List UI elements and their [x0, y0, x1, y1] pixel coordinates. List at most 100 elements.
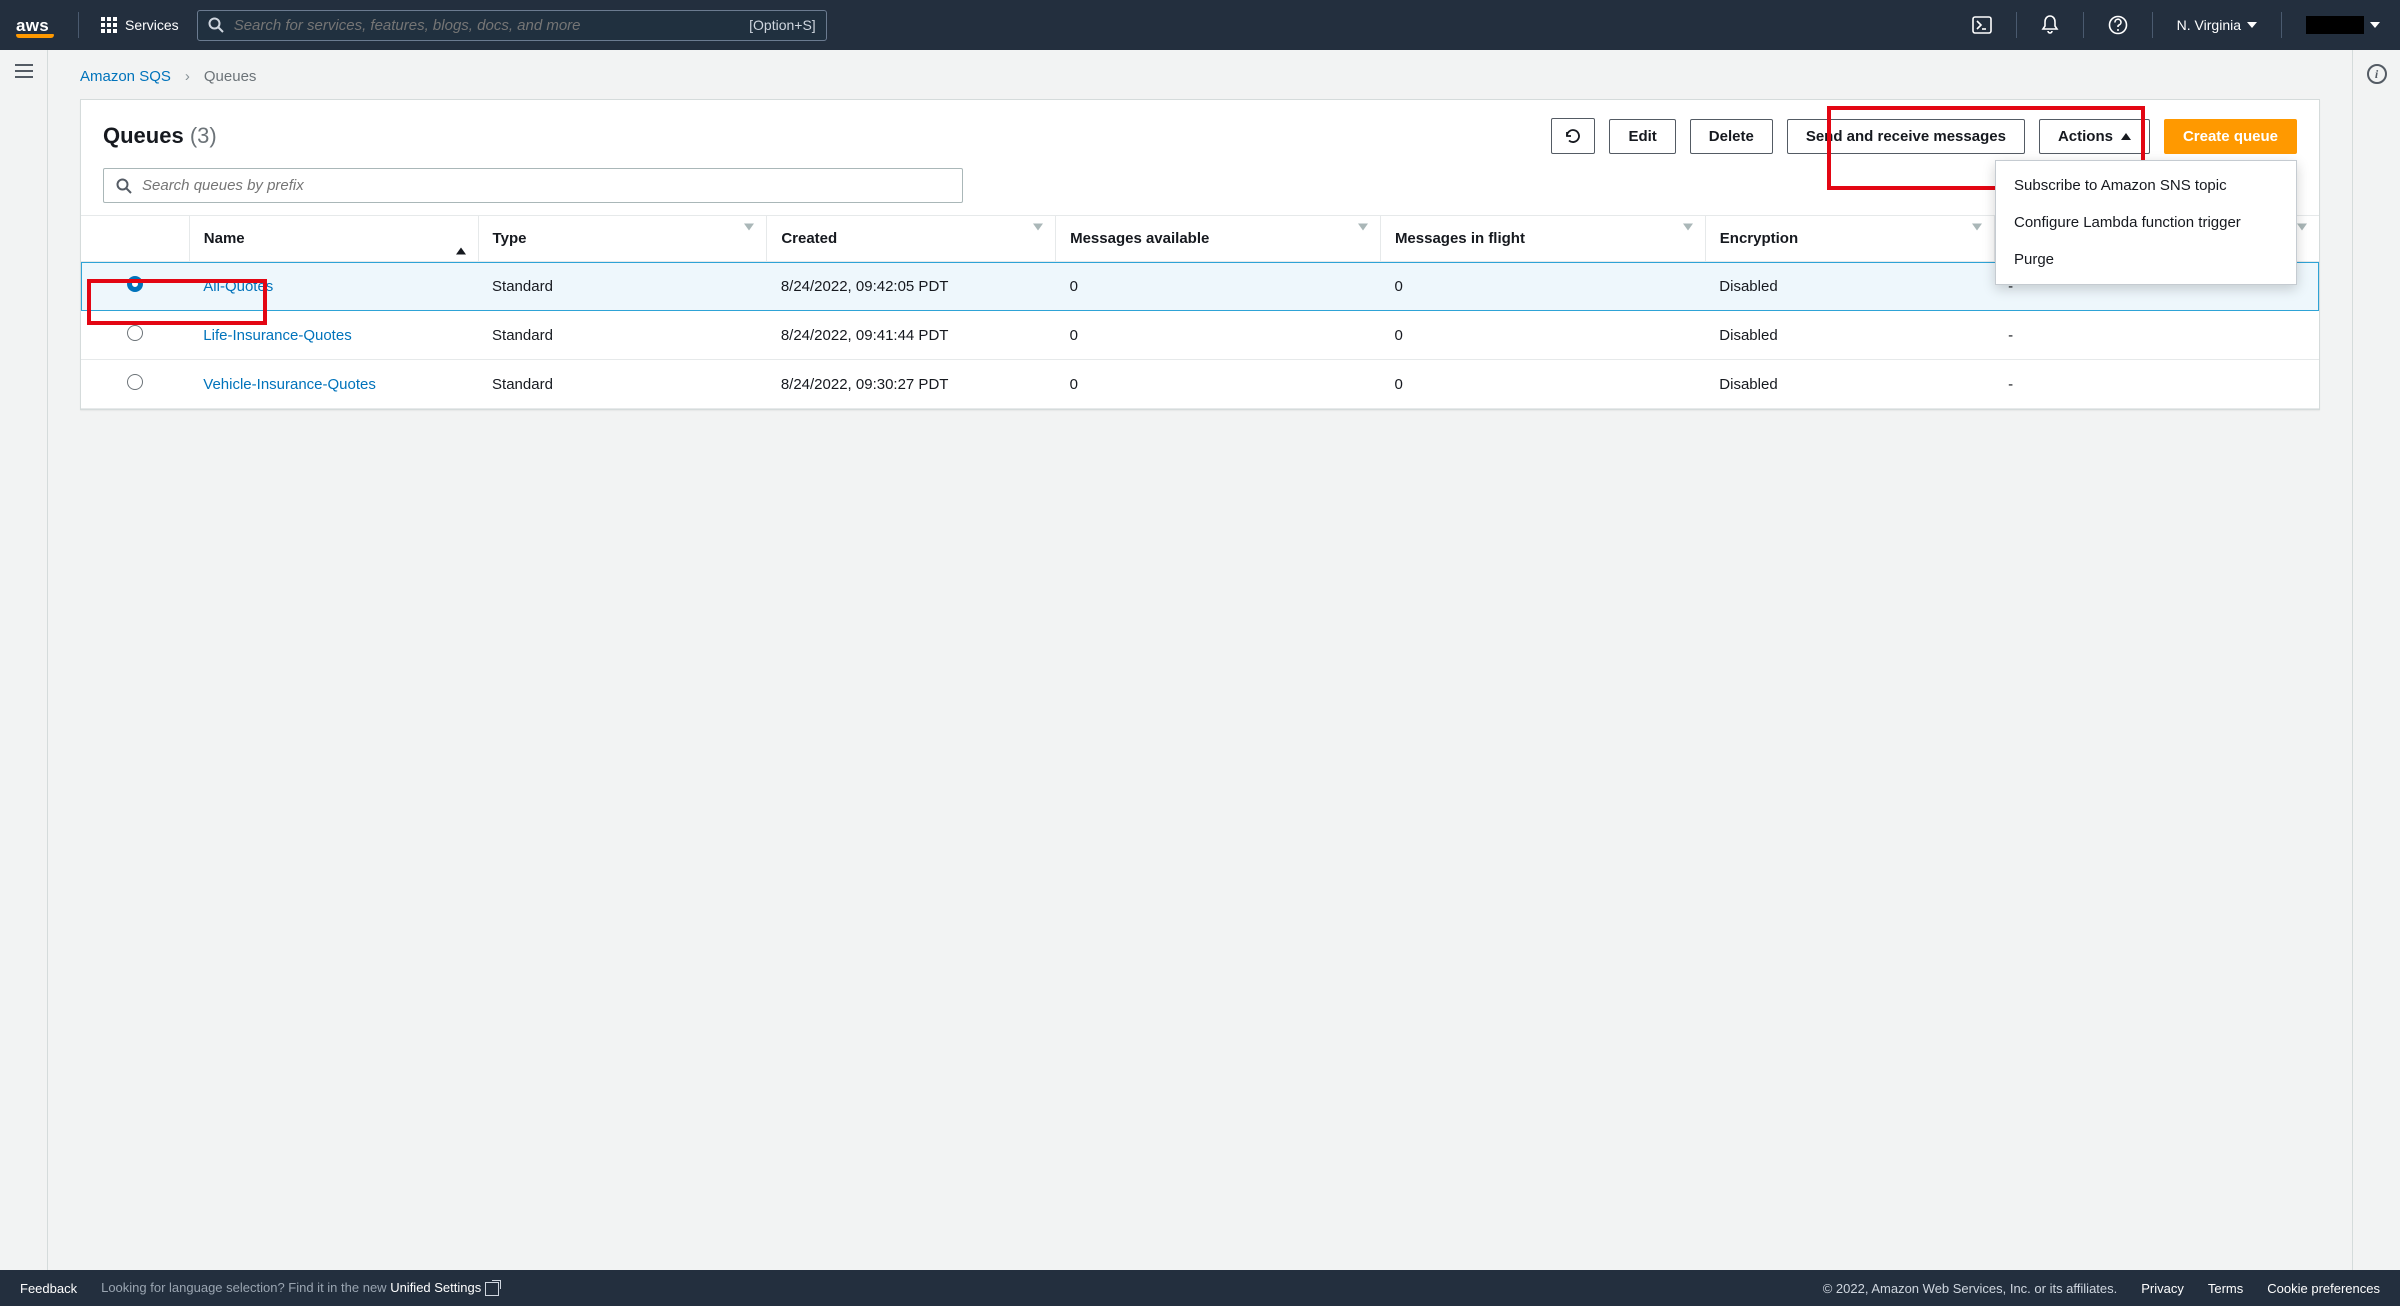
- queues-table: Name Type Created Messages available Mes…: [81, 215, 2319, 409]
- cell-created: 8/24/2022, 09:30:27 PDT: [767, 360, 1056, 409]
- cloudshell-icon[interactable]: [1962, 10, 2002, 40]
- nav-divider: [2152, 12, 2153, 38]
- breadcrumb-root[interactable]: Amazon SQS: [80, 68, 171, 85]
- aws-logo[interactable]: aws: [10, 12, 64, 38]
- col-created[interactable]: Created: [767, 216, 1056, 262]
- right-rail: i: [2352, 50, 2400, 1270]
- actions-item-lambda-trigger[interactable]: Configure Lambda function trigger: [1996, 204, 2296, 241]
- table-header-row: Name Type Created Messages available Mes…: [81, 216, 2319, 262]
- sort-icon: [1033, 223, 1043, 247]
- chevron-right-icon: ›: [185, 68, 190, 85]
- row-select-radio[interactable]: [127, 325, 143, 341]
- account-menu[interactable]: [2296, 16, 2390, 34]
- actions-button[interactable]: Actions: [2039, 119, 2150, 154]
- external-link-icon: [485, 1282, 499, 1296]
- caret-up-icon: [2121, 133, 2131, 140]
- app-shell: Amazon SQS › Queues Queues (3) Edit Dele…: [0, 50, 2400, 1270]
- col-avail-label: Messages available: [1070, 230, 1209, 247]
- cell-created: 8/24/2022, 09:41:44 PDT: [767, 311, 1056, 360]
- col-messages-inflight[interactable]: Messages in flight: [1380, 216, 1705, 262]
- global-search-input[interactable]: [234, 17, 739, 34]
- footer-copyright: © 2022, Amazon Web Services, Inc. or its…: [1823, 1281, 2118, 1296]
- cookie-prefs-link[interactable]: Cookie preferences: [2267, 1281, 2380, 1296]
- edit-button-label: Edit: [1628, 128, 1656, 145]
- col-messages-available[interactable]: Messages available: [1056, 216, 1381, 262]
- sort-icon: [1358, 223, 1368, 247]
- unified-settings-label: Unified Settings: [390, 1280, 481, 1295]
- services-menu[interactable]: Services: [93, 17, 187, 33]
- feedback-link[interactable]: Feedback: [20, 1281, 77, 1296]
- footer-lang-hint: Looking for language selection? Find it …: [101, 1280, 499, 1296]
- table-row[interactable]: All-Quotes Standard8/24/2022, 09:42:05 PD…: [81, 262, 2319, 311]
- info-icon[interactable]: i: [2367, 64, 2387, 84]
- cell-encryption: Disabled: [1705, 360, 1994, 409]
- delete-button[interactable]: Delete: [1690, 119, 1773, 154]
- cell-avail: 0: [1056, 311, 1381, 360]
- panel-header: Queues (3) Edit Delete Send and receive …: [81, 100, 2319, 168]
- cell-encryption: Disabled: [1705, 311, 1994, 360]
- queue-name-link[interactable]: Vehicle-Insurance-Quotes: [203, 376, 376, 393]
- notifications-icon[interactable]: [2031, 9, 2069, 41]
- cell-inflight: 0: [1380, 360, 1705, 409]
- breadcrumb: Amazon SQS › Queues: [48, 50, 2352, 93]
- table-row[interactable]: Life-Insurance-QuotesStandard8/24/2022, …: [81, 311, 2319, 360]
- privacy-link[interactable]: Privacy: [2141, 1281, 2184, 1296]
- cell-type: Standard: [478, 262, 767, 311]
- nav-divider: [2083, 12, 2084, 38]
- region-selector[interactable]: N. Virginia: [2167, 17, 2267, 33]
- col-inflight-label: Messages in flight: [1395, 230, 1525, 247]
- sort-icon: [2297, 223, 2307, 247]
- refresh-button[interactable]: [1551, 118, 1595, 154]
- help-icon[interactable]: [2098, 9, 2138, 41]
- footer-lang-hint-text: Looking for language selection? Find it …: [101, 1280, 390, 1295]
- cell-inflight: 0: [1380, 311, 1705, 360]
- col-type[interactable]: Type: [478, 216, 767, 262]
- side-nav-toggle[interactable]: [15, 64, 33, 1270]
- nav-divider: [78, 12, 79, 38]
- sort-icon: [1972, 223, 1982, 247]
- sort-icon: [1683, 223, 1693, 247]
- col-created-label: Created: [781, 230, 837, 247]
- cell-avail: 0: [1056, 262, 1381, 311]
- terms-link[interactable]: Terms: [2208, 1281, 2243, 1296]
- col-encryption[interactable]: Encryption: [1705, 216, 1994, 262]
- services-label: Services: [125, 17, 179, 33]
- row-select-radio[interactable]: [127, 276, 143, 292]
- create-queue-button[interactable]: Create queue: [2164, 119, 2297, 154]
- queue-search-box[interactable]: [103, 168, 963, 203]
- col-select: [81, 216, 189, 262]
- caret-down-icon: [2247, 22, 2257, 28]
- cell-encryption: Disabled: [1705, 262, 1994, 311]
- table-row[interactable]: Vehicle-Insurance-QuotesStandard8/24/202…: [81, 360, 2319, 409]
- queue-name-link[interactable]: Life-Insurance-Quotes: [203, 327, 351, 344]
- cell-dedup: -: [1994, 311, 2319, 360]
- breadcrumb-current: Queues: [204, 68, 257, 85]
- actions-item-purge[interactable]: Purge: [1996, 241, 2296, 278]
- cell-created: 8/24/2022, 09:42:05 PDT: [767, 262, 1056, 311]
- col-type-label: Type: [493, 230, 527, 247]
- nav-divider: [2016, 12, 2017, 38]
- col-name[interactable]: Name: [189, 216, 478, 262]
- global-search[interactable]: [Option+S]: [197, 10, 827, 41]
- actions-item-subscribe-sns[interactable]: Subscribe to Amazon SNS topic: [1996, 167, 2296, 204]
- queue-search-input[interactable]: [142, 177, 950, 194]
- sort-icon: [744, 223, 754, 247]
- edit-button[interactable]: Edit: [1609, 119, 1675, 154]
- row-select-radio[interactable]: [127, 374, 143, 390]
- queues-panel: Queues (3) Edit Delete Send and receive …: [80, 99, 2320, 410]
- cell-inflight: 0: [1380, 262, 1705, 311]
- account-name-redacted: [2306, 16, 2364, 34]
- search-icon: [208, 17, 224, 33]
- queue-name-link[interactable]: All-Quotes: [203, 278, 273, 295]
- delete-button-label: Delete: [1709, 128, 1754, 145]
- panel-title: Queues (3): [103, 123, 217, 149]
- col-encryption-label: Encryption: [1720, 230, 1798, 247]
- search-icon: [116, 178, 132, 194]
- sort-asc-icon: [456, 230, 466, 254]
- main-content: Amazon SQS › Queues Queues (3) Edit Dele…: [48, 50, 2352, 1270]
- unified-settings-link[interactable]: Unified Settings: [390, 1280, 499, 1295]
- queue-search: [81, 168, 2319, 215]
- send-receive-button[interactable]: Send and receive messages: [1787, 119, 2025, 154]
- search-shortcut: [Option+S]: [749, 17, 816, 33]
- cell-dedup: -: [1994, 360, 2319, 409]
